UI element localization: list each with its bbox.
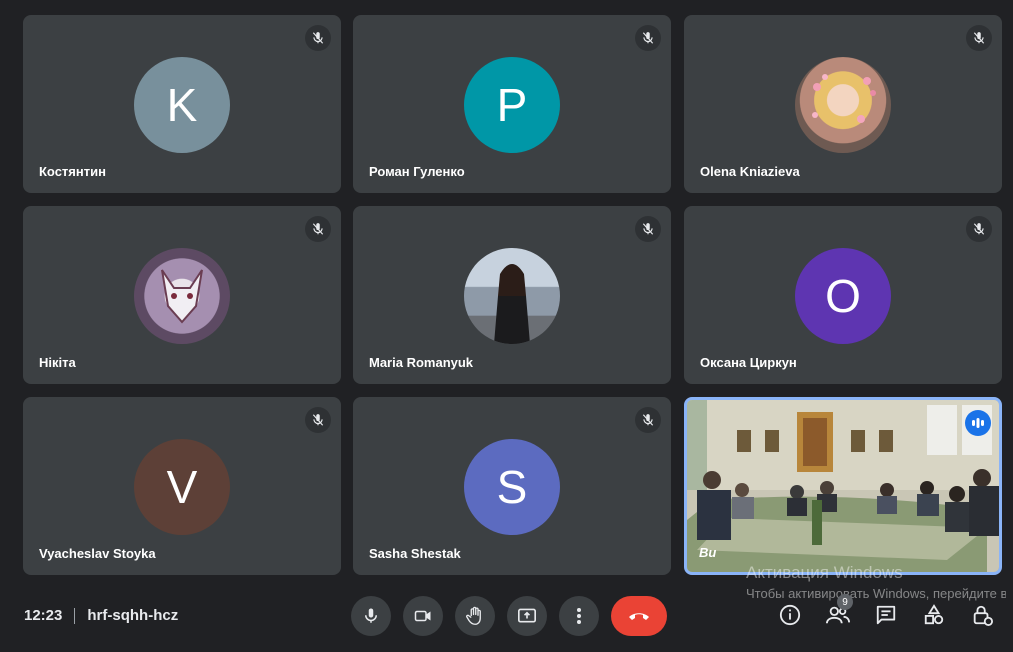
participant-tile[interactable]: S Sasha Shestak xyxy=(353,397,671,575)
meeting-details-button[interactable] xyxy=(777,602,803,628)
self-video xyxy=(687,400,999,572)
avatar-photo xyxy=(134,248,230,344)
mic-button[interactable] xyxy=(351,596,391,636)
avatar: V xyxy=(134,439,230,535)
self-view-name: Ви xyxy=(699,545,717,560)
meeting-code[interactable]: hrf-sqhh-hcz xyxy=(87,607,178,624)
activities-button[interactable] xyxy=(921,602,947,628)
hand-icon xyxy=(466,606,481,625)
info-icon xyxy=(779,604,801,626)
present-screen-button[interactable] xyxy=(507,596,547,636)
participant-name: Sasha Shestak xyxy=(369,546,461,561)
present-icon xyxy=(518,608,536,623)
mic-off-icon xyxy=(305,407,331,433)
participant-tile[interactable]: Нікіта xyxy=(23,206,341,384)
meeting-time: 12:23 xyxy=(24,607,63,624)
participant-name: Роман Гуленко xyxy=(369,164,465,179)
people-button[interactable]: 9 xyxy=(825,594,853,628)
participant-name: Нікіта xyxy=(39,355,76,370)
participant-tile[interactable]: Maria Romanyuk xyxy=(353,206,671,384)
mic-off-icon xyxy=(305,216,331,242)
divider xyxy=(74,607,76,624)
participant-tile[interactable]: Olena Kniazieva xyxy=(684,15,1002,193)
participant-name: Vyacheslav Stoyka xyxy=(39,546,156,561)
camera-icon xyxy=(414,610,431,622)
call-end-icon xyxy=(629,613,649,620)
participant-tile[interactable]: O Оксана Циркун xyxy=(684,206,1002,384)
mic-off-icon xyxy=(635,25,661,51)
host-controls-icon xyxy=(973,605,993,626)
host-controls-button[interactable] xyxy=(969,602,995,628)
participant-tile[interactable]: P Роман Гуленко xyxy=(353,15,671,193)
bottom-control-bar: 12:23 hrf-sqhh-hcz 9 xyxy=(0,590,1013,642)
avatar-photo xyxy=(464,248,560,344)
speaking-indicator-icon xyxy=(965,410,991,436)
mic-off-icon xyxy=(635,216,661,242)
participant-name: Olena Kniazieva xyxy=(700,164,800,179)
mic-off-icon xyxy=(966,25,992,51)
mic-icon xyxy=(365,608,377,623)
chat-icon xyxy=(876,605,896,625)
participant-tile[interactable]: V Vyacheslav Stoyka xyxy=(23,397,341,575)
raise-hand-button[interactable] xyxy=(455,596,495,636)
meeting-info: 12:23 hrf-sqhh-hcz xyxy=(24,607,178,624)
more-options-button[interactable] xyxy=(559,596,599,636)
avatar: K xyxy=(134,57,230,153)
avatar-photo xyxy=(795,57,891,153)
participant-name: Костянтин xyxy=(39,164,106,179)
mic-off-icon xyxy=(635,407,661,433)
more-vert-icon xyxy=(577,608,581,624)
participant-name: Оксана Циркун xyxy=(700,355,797,370)
watermark-title: Активация Windows xyxy=(746,563,903,582)
mic-off-icon xyxy=(305,25,331,51)
chat-button[interactable] xyxy=(873,602,899,628)
leave-call-button[interactable] xyxy=(611,596,667,636)
participant-name: Maria Romanyuk xyxy=(369,355,474,370)
avatar: P xyxy=(464,57,560,153)
avatar: S xyxy=(464,439,560,535)
mic-off-icon xyxy=(966,216,992,242)
people-count-badge: 9 xyxy=(837,594,853,610)
activities-icon xyxy=(924,604,944,625)
camera-button[interactable] xyxy=(403,596,443,636)
participant-tile[interactable]: K Костянтин xyxy=(23,15,341,193)
avatar: O xyxy=(795,248,891,344)
self-view-tile[interactable]: Ви xyxy=(684,397,1002,575)
